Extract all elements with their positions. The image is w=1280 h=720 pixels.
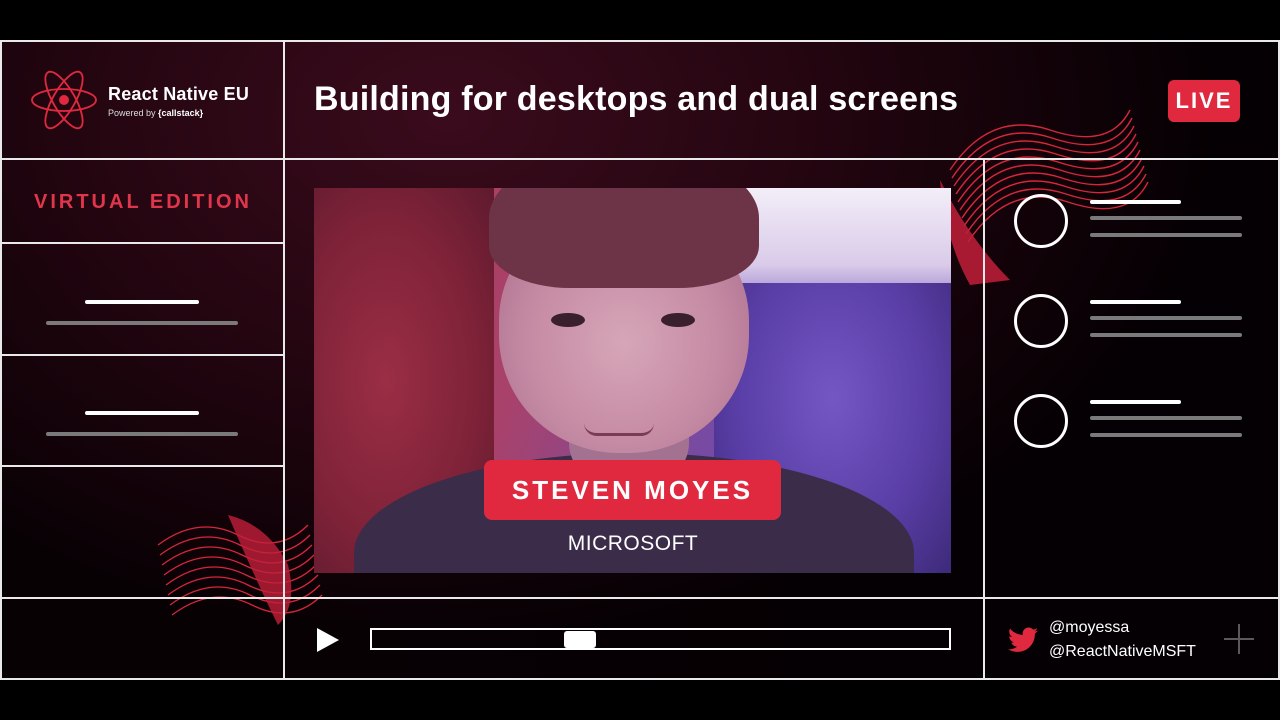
avatar-placeholder — [1014, 394, 1068, 448]
talk-title: Building for desktops and dual screens — [314, 80, 959, 118]
live-badge: LIVE — [1168, 80, 1240, 122]
placeholder-line — [1090, 333, 1242, 337]
footer-divider — [0, 597, 1280, 599]
placeholder-line — [85, 300, 199, 304]
placeholder-line — [1090, 233, 1242, 237]
powered-by-label: Powered by — [108, 108, 156, 118]
progress-fill — [372, 630, 580, 648]
placeholder-line — [1090, 400, 1181, 404]
twitter-icon — [1008, 627, 1038, 652]
wave-decoration-top — [940, 109, 1149, 285]
avatar-placeholder — [1014, 294, 1068, 348]
placeholder-line — [1090, 300, 1181, 304]
frame-border-top — [0, 40, 1280, 42]
frame-border-bottom — [0, 678, 1280, 680]
sponsor-label: {callstack} — [158, 108, 204, 118]
placeholder-line — [1090, 416, 1242, 420]
sidebar-divider-1 — [0, 242, 284, 244]
logo: React Native EU Powered by {callstack} — [108, 84, 249, 118]
speaker-eye — [551, 313, 585, 327]
wave-decoration-bottom — [157, 515, 323, 625]
avatar-placeholder — [1014, 194, 1068, 248]
plus-icon[interactable] — [1224, 624, 1254, 654]
twitter-handle-personal[interactable]: @moyessa — [1049, 619, 1129, 637]
edition-label: VIRTUAL EDITION — [34, 191, 252, 213]
speaker-eye — [661, 313, 695, 327]
logo-name: React Native EU — [108, 84, 250, 104]
left-column-divider — [283, 40, 285, 680]
speaker-name-badge: STEVEN MOYES — [484, 460, 781, 520]
placeholder-line — [46, 321, 238, 325]
frame-border-left — [0, 40, 2, 680]
placeholder-line — [85, 411, 199, 415]
placeholder-line — [1090, 433, 1242, 437]
react-atom-icon — [31, 70, 97, 130]
play-icon[interactable] — [313, 626, 341, 654]
speaker-mouth — [584, 423, 654, 436]
progress-thumb[interactable] — [563, 631, 596, 648]
placeholder-line — [1090, 216, 1242, 220]
sidebar-divider-2 — [0, 354, 284, 356]
right-column-divider — [983, 158, 985, 680]
placeholder-line — [1090, 200, 1181, 204]
progress-bar[interactable] — [370, 628, 951, 650]
speaker-company: MICROSOFT — [567, 532, 699, 555]
placeholder-line — [1090, 316, 1242, 320]
header-divider — [0, 158, 1280, 160]
logo-powered-by: Powered by {callstack} — [108, 108, 249, 118]
twitter-handle-team[interactable]: @ReactNativeMSFT — [1049, 643, 1196, 661]
video-background-sky — [734, 188, 951, 298]
placeholder-line — [46, 432, 238, 436]
sidebar-divider-3 — [0, 465, 284, 467]
speaker-hair — [489, 188, 759, 288]
